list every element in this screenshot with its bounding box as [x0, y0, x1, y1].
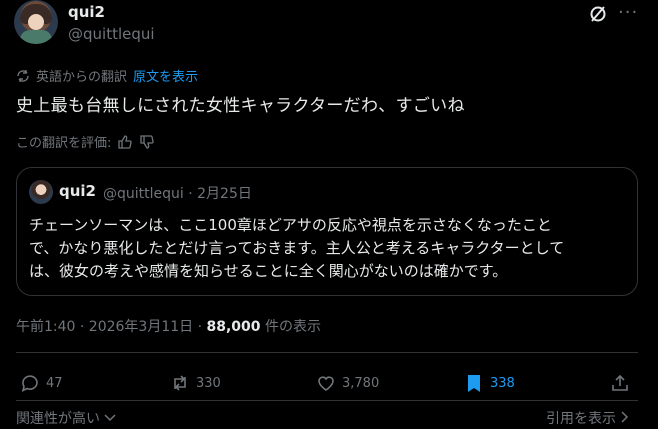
view-quotes-label: 引用を表示: [546, 411, 616, 427]
view-quotes-link[interactable]: 引用を表示: [546, 408, 630, 428]
author-handle[interactable]: @quittlequi: [68, 25, 155, 43]
show-original-link[interactable]: 原文を表示: [133, 66, 198, 85]
translation-notice: 英語からの翻訳 原文を表示: [16, 66, 198, 85]
like-count: 3,780: [342, 375, 380, 391]
translation-label: 英語からの翻訳: [36, 70, 128, 85]
bookmark-button[interactable]: 338: [464, 373, 515, 393]
author-avatar[interactable]: [14, 0, 58, 44]
chevron-right-icon: [621, 411, 629, 423]
quote-author-name: qui2: [59, 182, 96, 200]
action-bar: 47 330 3,780 338: [0, 370, 658, 396]
reply-icon: [21, 375, 38, 392]
tweet-meta: 午前1:40 · 2026年3月11日 · 88,000 件の表示: [16, 316, 321, 336]
divider: [16, 400, 638, 401]
repost-button[interactable]: 330: [170, 373, 221, 393]
quoted-tweet[interactable]: qui2 @quittlequi · 2月25日 チェーンソーマンは、ここ100…: [16, 167, 638, 296]
quote-text: チェーンソーマンは、ここ100章ほどアサの反応や視点を示さなくなったこと で、か…: [29, 214, 629, 283]
rate-translation: この翻訳を評価:: [16, 132, 155, 151]
heart-icon: [318, 376, 334, 391]
repost-icon: [174, 375, 186, 391]
bookmark-count: 338: [490, 375, 515, 391]
quote-text-line: チェーンソーマンは、ここ100章ほどアサの反応や視点を示さなくなったこと: [29, 216, 552, 234]
like-button[interactable]: 3,780: [316, 373, 379, 393]
view-count: 88,000: [206, 319, 261, 335]
chevron-down-icon: [104, 414, 116, 422]
sort-replies-dropdown[interactable]: 関連性が高い: [16, 408, 116, 428]
share-icon: [612, 374, 628, 391]
repost-count: 330: [196, 375, 221, 391]
bookmark-icon: [468, 375, 480, 392]
author-name[interactable]: qui2: [68, 3, 105, 21]
thumbs-up-icon[interactable]: [117, 134, 133, 150]
translate-icon: [17, 69, 29, 82]
rate-label: この翻訳を評価:: [16, 136, 112, 151]
reply-button[interactable]: 47: [20, 373, 63, 393]
grok-icon[interactable]: [588, 4, 608, 24]
quote-text-line: は、彼女の考えや感情を知らせることに全く関心がないのは確かです。: [29, 262, 508, 280]
views-suffix: 件の表示: [260, 319, 321, 335]
quote-handle-date: @quittlequi · 2月25日: [103, 186, 252, 202]
quote-avatar: [29, 180, 53, 204]
tweet-text: 史上最も台無しにされた女性キャラクターだわ、すごいね: [16, 96, 465, 116]
divider: [16, 352, 638, 353]
quote-text-line: で、かなり悪化したとだけ言っておきます。主人公と考えるキャラクターとして: [29, 239, 565, 257]
reply-count: 47: [46, 375, 63, 391]
sort-label: 関連性が高い: [16, 411, 100, 427]
thumbs-down-icon[interactable]: [139, 134, 155, 150]
share-button[interactable]: [610, 373, 630, 393]
more-options-icon[interactable]: ···: [618, 2, 640, 24]
tweet-timestamp[interactable]: 午前1:40 · 2026年3月11日 ·: [16, 319, 207, 335]
